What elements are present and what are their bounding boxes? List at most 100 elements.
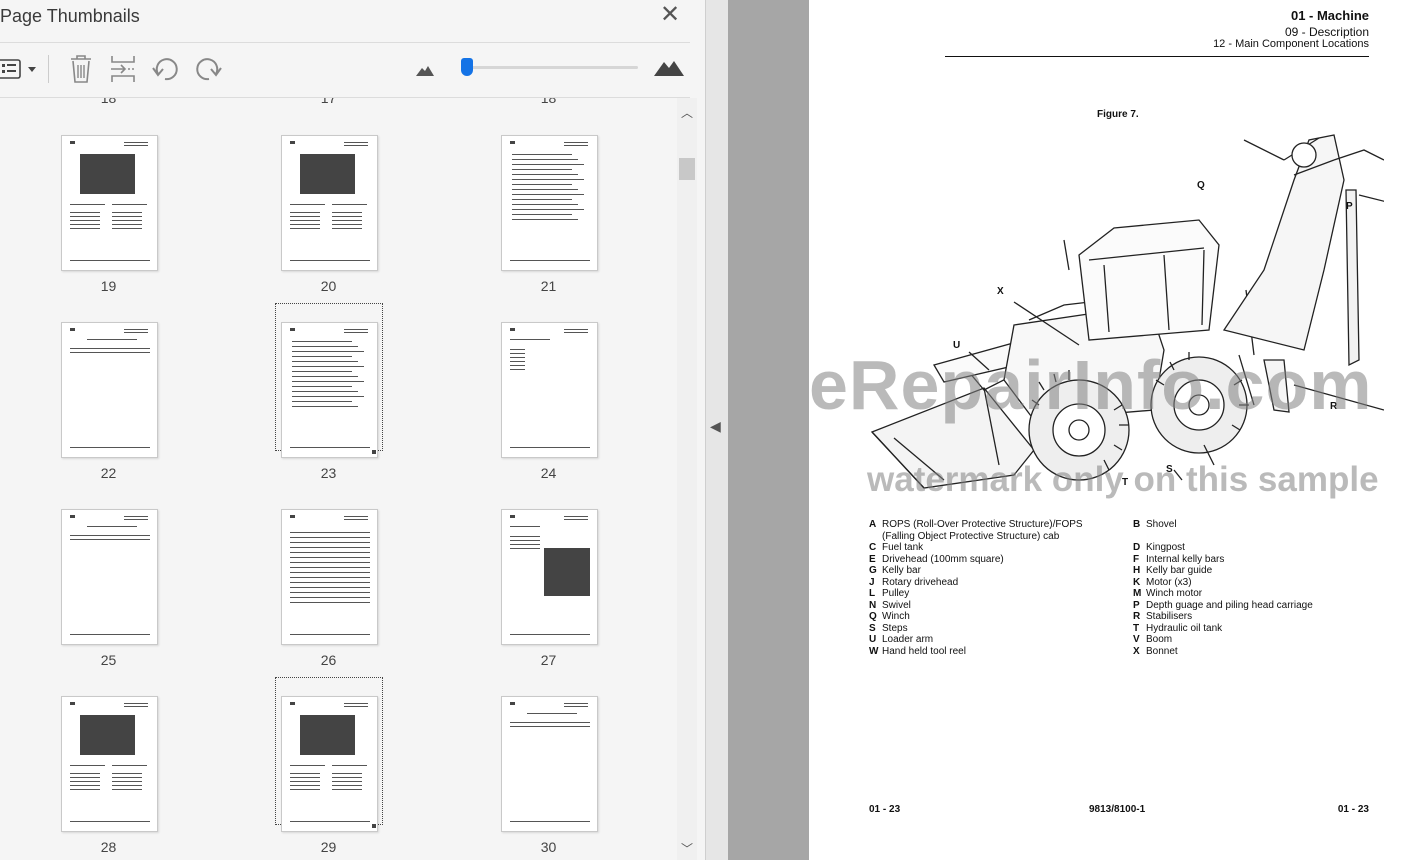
zoom-in-button[interactable]	[652, 52, 686, 86]
thumbnail-content	[512, 184, 572, 185]
zoom-out-button[interactable]	[414, 52, 436, 86]
thumbnail-content	[70, 212, 100, 213]
thumbnails-list[interactable]: 18 17 18 19 20 21 22 23 24 25 26 27 28 29 30	[0, 98, 677, 860]
scroll-down-icon[interactable]: ﹀	[679, 840, 695, 857]
thumbnail-content	[512, 204, 578, 205]
thumbnail-content	[290, 447, 370, 448]
page-number: 19	[100, 278, 117, 294]
thumbnail-content	[344, 332, 368, 333]
rotate-clockwise-button[interactable]	[192, 52, 224, 86]
thumbnail-content	[112, 773, 142, 774]
page-number: 18	[100, 98, 117, 106]
legend-key: L	[869, 588, 876, 599]
thumbnail-content	[510, 702, 515, 705]
thumbnail-content	[124, 703, 148, 704]
legend-item: L Pulley	[869, 588, 1083, 600]
thumbnail-content	[70, 821, 150, 822]
page-thumbnail[interactable]	[61, 135, 158, 271]
page-thumbnail[interactable]	[281, 696, 378, 832]
thumbnail-content	[70, 141, 75, 144]
legend-text: (Falling Object Protective Structure) ca…	[882, 530, 1060, 542]
thumbnail-content	[292, 406, 358, 407]
thumbnail-content	[70, 220, 100, 221]
page-number: 28	[100, 839, 117, 855]
thumbnail-content	[124, 516, 148, 517]
thumbnail-content	[292, 366, 364, 367]
thumbnail-content	[70, 535, 150, 536]
thumbnail-content	[124, 706, 148, 707]
page-thumbnail[interactable]	[501, 135, 598, 271]
legend-key: Q	[869, 611, 877, 622]
page-number: 20	[320, 278, 337, 294]
thumbnail-content	[332, 228, 362, 229]
panel-title: Page Thumbnails	[0, 6, 140, 26]
thumbnail-content	[290, 216, 320, 217]
scrollbar[interactable]	[677, 98, 697, 860]
legend-text: Kelly bar guide	[1146, 565, 1213, 576]
rotate-clockwise-icon	[196, 58, 222, 81]
page-thumbnail[interactable]	[61, 509, 158, 645]
callout-label: X	[997, 286, 1004, 297]
thumbnail-content	[292, 371, 352, 372]
legend-item: K Motor (x3)	[1133, 577, 1313, 589]
close-icon[interactable]: ✕	[660, 3, 680, 27]
thumbnail-content	[512, 154, 572, 155]
thumbnail-content	[344, 145, 368, 146]
legend-text: Kelly bar	[882, 565, 921, 576]
legend-key: R	[1133, 611, 1141, 622]
thumbnail-content	[510, 515, 515, 518]
thumbnail-content	[112, 224, 142, 225]
page-thumbnail[interactable]	[501, 696, 598, 832]
legend-item: A ROPS (Roll-Over Protective Structure)/F…	[869, 519, 1083, 531]
legend-text: Motor (x3)	[1146, 576, 1192, 588]
page-thumbnail[interactable]	[281, 135, 378, 271]
legend-item: J Rotary drivehead	[869, 577, 1083, 589]
thumbnail-content	[300, 715, 355, 755]
legend-key: B	[1133, 519, 1141, 530]
rotate-counterclockwise-button[interactable]	[150, 52, 182, 86]
scroll-up-icon[interactable]: ︿	[679, 104, 695, 121]
legend-text: Loader arm	[882, 634, 934, 645]
thumbnail-content	[512, 219, 578, 220]
legend-text: Rotary drivehead	[882, 576, 959, 588]
collapse-panel-icon[interactable]: ◀	[710, 418, 721, 435]
thumbnail-content	[70, 447, 150, 448]
page-thumbnail[interactable]	[61, 322, 158, 458]
thumbnail-content	[372, 824, 376, 828]
legend-key: N	[869, 599, 877, 611]
thumbnail-content	[332, 785, 362, 786]
zoom-slider-handle[interactable]	[461, 58, 474, 76]
thumbnail-content	[332, 777, 362, 778]
thumbnail-content	[290, 587, 370, 588]
delete-pages-button[interactable]	[66, 52, 96, 86]
thumbnail-content	[512, 159, 578, 160]
thumbnail-content	[512, 209, 584, 210]
scrollbar-thumb[interactable]	[679, 158, 695, 180]
page-thumbnail[interactable]	[501, 322, 598, 458]
page-thumbnail[interactable]	[281, 509, 378, 645]
thumbnail-content	[510, 722, 590, 723]
document-background	[728, 0, 809, 860]
insert-pages-button[interactable]	[108, 52, 138, 86]
thumbnail-content	[290, 542, 370, 543]
page-thumbnail[interactable]	[501, 509, 598, 645]
thumbnail-content	[512, 169, 572, 170]
legend-item: E Drivehead (100mm square)	[869, 554, 1083, 566]
legend-item: (Falling Object Protective Structure) ca…	[869, 531, 1083, 543]
thumbnail-content	[332, 212, 362, 213]
thumbnail-content	[512, 194, 584, 195]
thumbnail-content	[510, 369, 525, 370]
page-thumbnail[interactable]	[61, 696, 158, 832]
page-thumbnail[interactable]	[281, 322, 378, 458]
legend-key: X	[1133, 645, 1140, 657]
thumbnail-content	[292, 356, 352, 357]
backhoe-loader-illustration	[870, 134, 1384, 489]
thumbnail-content	[70, 328, 75, 331]
thumbnail-content	[290, 141, 295, 144]
legend-text: Hand held tool reel	[882, 645, 966, 657]
thumbnail-content	[290, 557, 370, 558]
component-legend-left: A ROPS (Roll-Over Protective Structure)/F…	[869, 519, 1083, 657]
thumbnail-options-button[interactable]	[0, 52, 40, 86]
legend-key: A	[869, 519, 877, 530]
zoom-slider-track[interactable]	[467, 66, 638, 69]
